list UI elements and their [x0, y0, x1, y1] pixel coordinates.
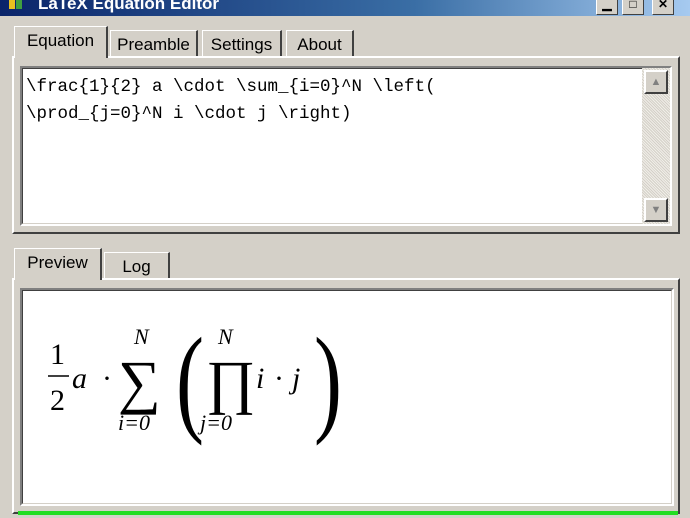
sum-upper-limit: N — [133, 324, 150, 349]
variable-i: i — [256, 362, 264, 395]
sum-symbol: ∑ — [118, 349, 161, 415]
arrow-up-icon: ▲ — [650, 76, 662, 88]
vertical-scrollbar[interactable]: ▲ ▼ — [642, 68, 670, 224]
tab-equation[interactable]: Equation — [14, 26, 108, 58]
window-title: LaTeX Equation Editor — [38, 0, 220, 13]
tab-log[interactable]: Log — [104, 252, 170, 278]
tab-label: About — [297, 35, 342, 54]
variable-a: a — [72, 362, 87, 395]
prod-lower-limit: j=0 — [197, 410, 232, 435]
fraction-numerator: 1 — [50, 338, 65, 371]
equation-preview: 1 2 a · N ∑ i=0 ( N ∏ j=0 i · j ) — [20, 288, 674, 506]
app-icon — [9, 0, 22, 9]
fraction-denominator: 2 — [50, 384, 65, 417]
equation-code[interactable]: \frac{1}{2} a \cdot \sum_{i=0}^N \left( \… — [26, 74, 636, 128]
prod-symbol: ∏ — [206, 349, 255, 415]
tab-label: Settings — [210, 35, 273, 54]
tab-label: Equation — [26, 31, 95, 50]
minimize-icon: ▁ — [602, 0, 612, 11]
status-accent-bar — [18, 511, 678, 515]
title-bar[interactable]: LaTeX Equation Editor ▁ □ ✕ — [0, 0, 690, 16]
right-paren: ) — [314, 315, 342, 447]
cdot-operator: · — [274, 362, 284, 395]
cdot-operator: · — [102, 362, 112, 395]
tab-preview[interactable]: Preview — [14, 248, 102, 280]
variable-j: j — [288, 362, 300, 395]
tab-preamble[interactable]: Preamble — [110, 30, 198, 56]
code-line: \prod_{j=0}^N i \cdot j \right) — [26, 104, 352, 124]
close-icon: ✕ — [657, 0, 669, 11]
scroll-up-button[interactable]: ▲ — [644, 70, 668, 94]
tab-label: Preamble — [117, 35, 190, 54]
equation-editor[interactable]: \frac{1}{2} a \cdot \sum_{i=0}^N \left( \… — [20, 66, 672, 226]
minimize-button[interactable]: ▁ — [596, 0, 618, 15]
rendered-equation: 1 2 a · N ∑ i=0 ( N ∏ j=0 i · j ) — [48, 315, 342, 447]
arrow-down-icon: ▼ — [650, 204, 662, 216]
tab-label: Preview — [27, 253, 88, 272]
scroll-down-button[interactable]: ▼ — [644, 198, 668, 222]
maximize-button[interactable]: □ — [622, 0, 644, 15]
close-button[interactable]: ✕ — [652, 0, 674, 15]
code-line: \frac{1}{2} a \cdot \sum_{i=0}^N \left( — [26, 77, 436, 97]
tab-label: Log — [122, 257, 151, 276]
sum-lower-limit: i=0 — [118, 410, 150, 435]
tab-settings[interactable]: Settings — [202, 30, 282, 56]
prod-upper-limit: N — [217, 324, 234, 349]
maximize-icon: □ — [629, 0, 637, 11]
tab-about[interactable]: About — [286, 30, 354, 56]
